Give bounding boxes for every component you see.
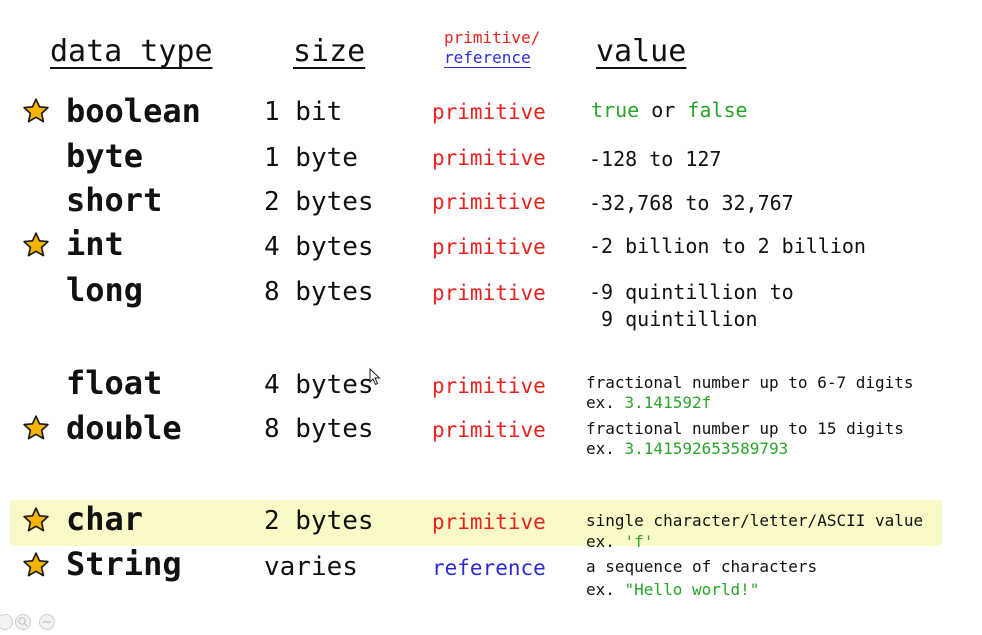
header-reference: reference [444,48,531,67]
star-icon [23,98,49,123]
star-icon [23,232,49,257]
size-float: 4 bytes [264,370,374,400]
type-long: long [66,271,144,309]
type-int: int [66,225,124,263]
size-boolean: 1 bit [264,97,343,127]
example-literal: 3.141592653589793 [624,439,789,458]
value-byte: -128 to 127 [589,147,722,171]
type-char: char [66,500,144,538]
example-prefix: ex. [586,393,625,412]
kind-int: primitive [432,235,546,259]
kind-short: primitive [432,190,546,214]
example-literal: "Hello world!" [624,580,760,599]
zoom-out-icon[interactable] [38,613,56,631]
star-icon [23,552,49,577]
value-short: -32,768 to 32,767 [589,191,794,215]
zoom-in-icon[interactable] [14,613,32,631]
type-string: String [66,545,182,583]
header-size: size [293,34,366,69]
example-prefix: ex. [586,580,625,599]
kind-boolean: primitive [432,100,546,124]
example-literal: 3.141592f [624,393,712,412]
value-float-line1: fractional number up to 6-7 digits [586,373,914,392]
mouse-cursor-icon [369,368,381,386]
value-long-line2: 9 quintillion [589,307,758,331]
star-icon [23,507,49,532]
type-short: short [66,181,163,219]
star-icon [23,415,49,440]
hand-icon[interactable] [0,613,14,631]
type-boolean: boolean [66,92,201,130]
header-data-type: data type [50,34,213,69]
type-float: float [66,364,163,402]
type-byte: byte [66,137,144,175]
size-double: 8 bytes [264,414,374,444]
size-short: 2 bytes [264,187,374,217]
value-float-example: ex. 3.141592f [586,393,711,412]
value-string-line1: a sequence of characters [586,557,818,576]
example-literal: 'f' [624,532,654,551]
value-char-example: ex. 'f' [586,532,653,551]
literal-true: true [591,98,640,122]
size-string: varies [264,552,358,582]
header-primitive: primitive/ [444,28,541,47]
size-char: 2 bytes [264,506,374,536]
value-int: -2 billion to 2 billion [589,234,866,258]
header-value: value [596,34,687,69]
type-double: double [66,409,182,447]
example-prefix: ex. [586,439,625,458]
value-boolean: true or false [591,98,748,122]
example-prefix: ex. [586,532,625,551]
value-char-line1: single character/letter/ASCII value [586,511,924,530]
size-long: 8 bytes [264,277,374,307]
kind-string: reference [432,556,546,580]
value-or: or [639,98,688,122]
value-double-line1: fractional number up to 15 digits [586,419,904,438]
kind-float: primitive [432,374,546,398]
literal-false: false [687,98,748,122]
value-double-example: ex. 3.141592653589793 [586,439,788,458]
value-string-example: ex. "Hello world!" [586,580,759,599]
kind-double: primitive [432,418,546,442]
size-int: 4 bytes [264,232,374,262]
size-byte: 1 byte [264,143,358,173]
value-long-line1: -9 quintillion to [589,280,794,304]
kind-char: primitive [432,510,546,534]
kind-byte: primitive [432,146,546,170]
kind-long: primitive [432,281,546,305]
